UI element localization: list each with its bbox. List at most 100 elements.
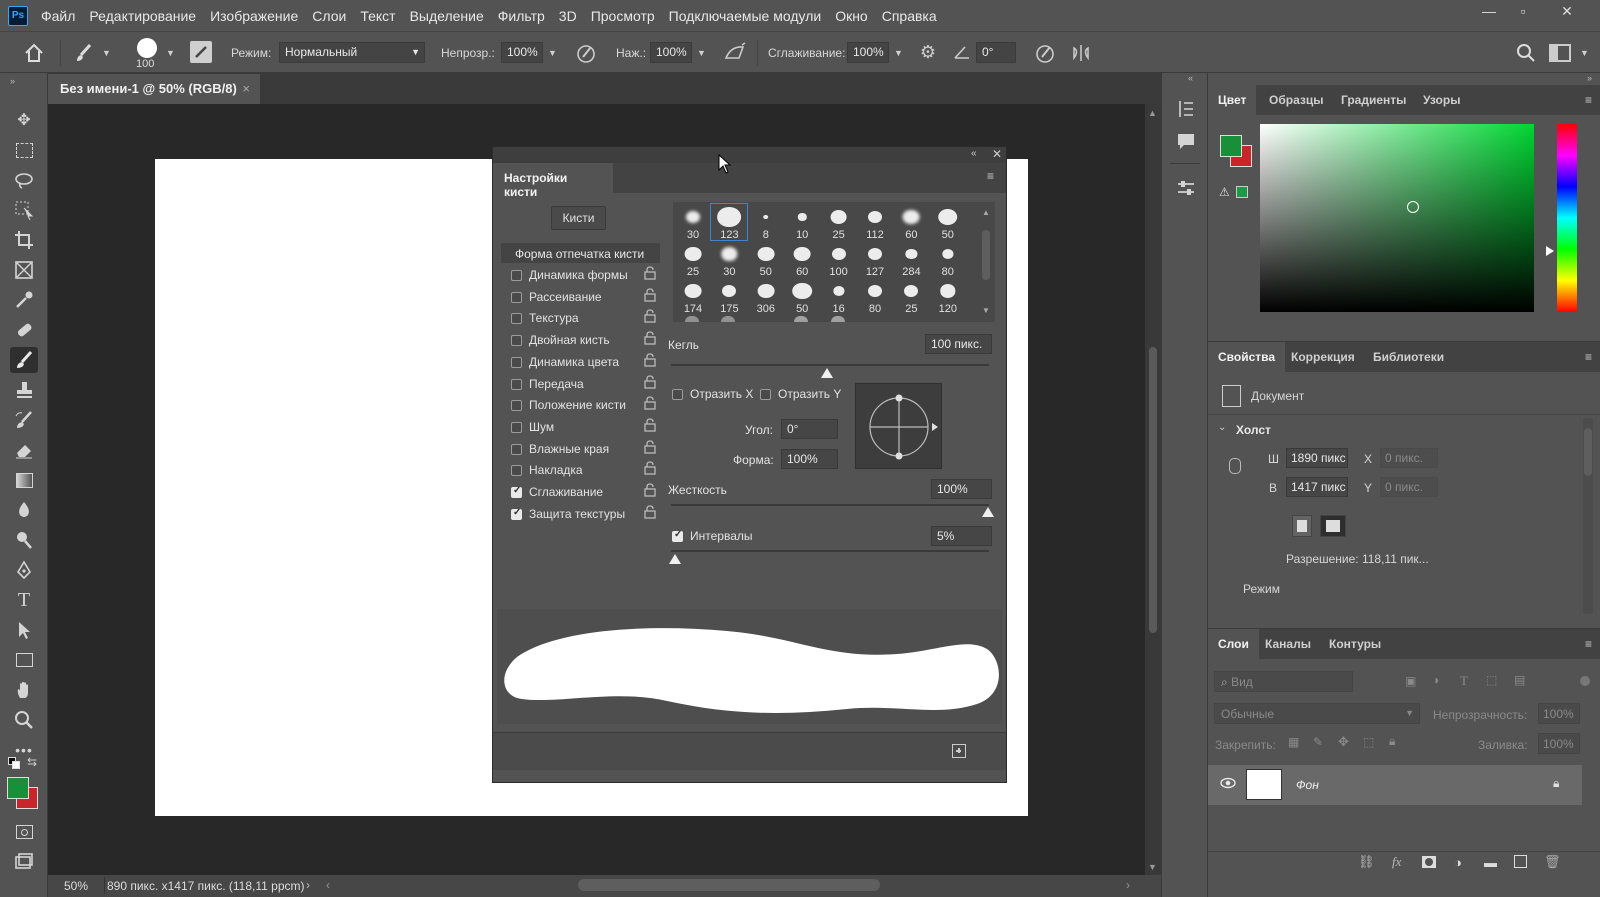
portrait-orientation-icon[interactable]	[1292, 515, 1312, 537]
close-window-button[interactable]: ✕	[1550, 0, 1584, 22]
lock-icon[interactable]	[644, 483, 658, 499]
close-panel-icon[interactable]: ✕	[992, 147, 1002, 161]
brush-preset[interactable]: 123	[710, 203, 749, 241]
lock-icon[interactable]	[644, 353, 658, 369]
layers-panel-menu-icon[interactable]: ≡	[1585, 637, 1592, 651]
collapse-panel-icon[interactable]: «	[971, 148, 977, 159]
brush-size-preview-icon[interactable]	[137, 38, 157, 58]
tab-paths[interactable]: Контуры	[1319, 629, 1391, 659]
scroll-left-icon[interactable]: ‹	[326, 878, 330, 892]
option-checkbox[interactable]	[511, 465, 522, 477]
layer-filter-select[interactable]: ⌕ Вид	[1214, 671, 1353, 692]
gradient-tool-icon[interactable]	[10, 467, 38, 493]
lock-icon[interactable]	[644, 461, 658, 477]
pen-tool-icon[interactable]	[10, 557, 38, 583]
brush-preset[interactable]: 100	[821, 241, 857, 278]
color-panel-menu-icon[interactable]: ≡	[1585, 93, 1592, 107]
menu-edit[interactable]: Редактирование	[82, 8, 203, 24]
filter-smart-object-icon[interactable]: ▤	[1514, 673, 1525, 687]
brush-preset[interactable]: 112	[857, 204, 893, 241]
new-layer-icon[interactable]	[1514, 855, 1527, 868]
size-field[interactable]: 100 пикс.	[925, 334, 992, 354]
brush-preset[interactable]: 175	[711, 278, 747, 315]
tab-swatches[interactable]: Образцы	[1259, 85, 1334, 115]
brush-option-row[interactable]: Сглаживание	[511, 483, 661, 503]
blur-tool-icon[interactable]	[10, 497, 38, 523]
canvas-width-field[interactable]: 1890 пикс	[1286, 448, 1348, 468]
layer-name[interactable]: Фон	[1296, 778, 1319, 792]
angle-field[interactable]: 0°	[976, 42, 1016, 63]
spacing-checkbox[interactable]: Интервалы	[672, 527, 822, 547]
blend-mode-select[interactable]: Обычные ▼	[1214, 703, 1420, 724]
brush-preset[interactable]: 80	[930, 241, 966, 278]
brush-preset[interactable]: 50	[784, 278, 820, 315]
brush-preset[interactable]: 8	[748, 204, 784, 241]
menu-window[interactable]: Окно	[828, 8, 875, 24]
opacity-field[interactable]: 100%	[501, 42, 543, 63]
foreground-color-swatch[interactable]	[7, 777, 29, 799]
comments-icon[interactable]	[1174, 129, 1198, 153]
lock-icon[interactable]	[644, 418, 658, 434]
roundness-input[interactable]: 100%	[781, 449, 838, 469]
panel-foreground-swatch[interactable]	[1220, 135, 1242, 157]
menu-filter[interactable]: Фильтр	[491, 8, 552, 24]
brush-option-row[interactable]: Динамика цвета	[511, 353, 661, 373]
add-mask-icon[interactable]	[1422, 856, 1436, 868]
dodge-tool-icon[interactable]	[10, 527, 38, 553]
frame-tool-icon[interactable]	[10, 257, 38, 283]
option-checkbox[interactable]	[511, 335, 522, 347]
lock-icon[interactable]	[644, 374, 658, 391]
lock-artboard-icon[interactable]: ⬚	[1363, 735, 1374, 749]
path-selection-tool-icon[interactable]	[10, 617, 38, 643]
menu-type[interactable]: Текст	[353, 8, 402, 24]
filter-shape-icon[interactable]: ⬚	[1486, 673, 1497, 687]
brush-preset[interactable]: 80	[857, 278, 893, 315]
fill-field[interactable]: 100%	[1538, 733, 1580, 754]
brushes-button[interactable]: Кисти	[551, 206, 606, 230]
brush-preset[interactable]: 60	[893, 204, 929, 241]
properties-panel-menu-icon[interactable]: ≡	[1585, 350, 1592, 364]
brush-option-row[interactable]: Динамика формы	[511, 266, 661, 286]
menu-select[interactable]: Выделение	[403, 8, 491, 24]
lock-icon[interactable]	[644, 396, 658, 412]
menu-3d[interactable]: 3D	[552, 8, 584, 24]
tab-adjustments[interactable]: Коррекция	[1281, 342, 1365, 372]
tab-properties[interactable]: Свойства	[1208, 342, 1286, 372]
option-checkbox[interactable]	[511, 485, 522, 498]
brush-preset[interactable]: 30	[711, 241, 747, 278]
adjustment-sliders-icon[interactable]	[1174, 177, 1198, 201]
angle-roundness-widget[interactable]	[855, 383, 942, 469]
restore-button[interactable]: ▫	[1506, 0, 1540, 22]
new-brush-icon[interactable]	[952, 744, 966, 758]
quick-mask-icon[interactable]	[10, 819, 38, 845]
option-checkbox[interactable]	[511, 291, 522, 303]
close-tab-icon[interactable]: ×	[242, 81, 250, 96]
menu-help[interactable]: Справка	[875, 8, 944, 24]
marquee-tool-icon[interactable]	[10, 137, 38, 163]
lock-icon[interactable]	[644, 266, 658, 282]
move-tool-icon[interactable]: ✥	[10, 107, 38, 133]
brush-preset[interactable]: 30	[675, 204, 711, 241]
brush-preset[interactable]: 306	[748, 278, 784, 315]
tab-libraries[interactable]: Библиотеки	[1363, 342, 1454, 372]
brush-tip-shape-item[interactable]: Форма отпечатка кисти	[501, 243, 660, 263]
layer-style-fx-icon[interactable]: fx	[1392, 854, 1401, 870]
brush-option-row[interactable]: Накладка	[511, 461, 661, 481]
layer-opacity-field[interactable]: 100%	[1538, 703, 1580, 724]
link-dimensions-icon[interactable]	[1229, 458, 1241, 474]
symmetry-icon[interactable]	[1070, 42, 1092, 64]
healing-brush-tool-icon[interactable]	[10, 317, 38, 343]
spacing-slider-track[interactable]	[671, 550, 989, 552]
preset-grid-scrollbar[interactable]: ▲ ▼	[978, 202, 995, 322]
filter-pixel-icon[interactable]: ▣	[1405, 674, 1416, 688]
brush-preset[interactable]: 10	[784, 204, 820, 241]
workspace-icon[interactable]	[1549, 44, 1571, 62]
section-chevron-icon[interactable]: ⌄	[1218, 422, 1226, 433]
pressure-opacity-icon[interactable]	[575, 42, 597, 64]
brush-preset[interactable]: 174	[675, 278, 711, 315]
history-brush-tool-icon[interactable]	[10, 407, 38, 433]
panel-menu-icon[interactable]: ≡	[987, 169, 994, 183]
collapse-toolbar-icon[interactable]: »	[10, 76, 15, 86]
brush-preset[interactable]: 25	[675, 241, 711, 278]
gear-icon[interactable]: ⚙	[917, 42, 939, 64]
